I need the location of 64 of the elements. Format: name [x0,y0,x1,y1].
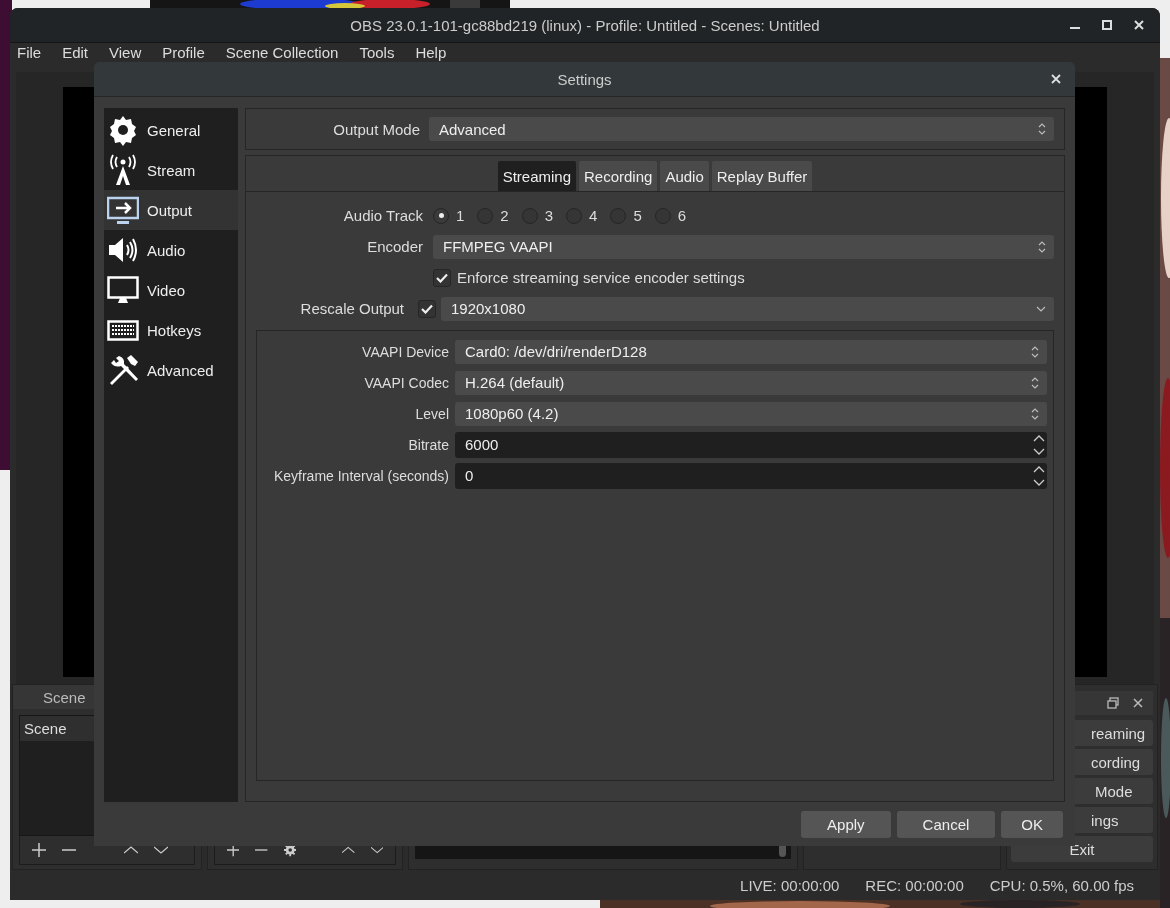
field-label: Level [414,405,450,422]
gear-icon [107,114,139,146]
sidebar-item[interactable]: General [104,110,238,150]
menu-item[interactable]: Edit [62,44,89,68]
field-label: Rescale Output [299,300,405,317]
status-text: REC: 00:00:00 [865,876,964,894]
dock-title: Scene [43,688,86,706]
tab[interactable]: Streaming [497,161,576,191]
updown-icon [1031,345,1039,358]
menu-item[interactable]: File [17,44,42,68]
field-label: VAAPI Device [361,343,450,360]
add-icon[interactable] [32,843,46,857]
sidebar-item[interactable]: Output [104,190,238,230]
dialog-title: Settings [557,70,612,88]
number-field[interactable]: 6000 [455,431,1047,458]
check-icon [436,272,448,283]
caret-icon [1036,305,1046,312]
close-icon[interactable] [1133,698,1143,708]
sidebar-item[interactable]: Hotkeys [104,310,238,350]
resolution-dropdown[interactable]: 1920x1080 [441,296,1054,321]
window-title: OBS 23.0.1-101-gc88bd219 (linux) - Profile: Untitled - Scenes: Untitled [350,16,820,34]
sidebar-item[interactable]: Audio [104,230,238,270]
tab[interactable]: Replay Buffer [711,161,813,191]
field-label: Encoder [366,238,424,255]
tab[interactable]: Audio [660,161,709,191]
sidebar-item[interactable]: Advanced [104,350,238,390]
encoder-dropdown[interactable]: FFMPEG VAAPI [433,234,1054,259]
dialog-button[interactable]: OK [1001,810,1063,838]
field-label: Keyframe Interval (seconds) [272,467,450,484]
field-label: VAAPI Codec [363,374,450,391]
sidebar-item[interactable]: Video [104,270,238,310]
sidebar-item[interactable]: Stream [104,150,238,190]
down-icon[interactable] [370,846,383,854]
field-label: Output Mode [332,120,421,138]
updown-icon [1031,376,1039,389]
maximize-icon[interactable] [1102,20,1112,30]
dialog-button[interactable]: Apply [801,810,891,838]
add-icon[interactable] [227,843,240,857]
monitor-arrow-icon [107,194,139,226]
close-icon[interactable] [1134,20,1144,30]
up-icon[interactable] [124,846,138,854]
status-text: CPU: 0.5%, 60.00 fps [989,876,1134,894]
monitor-icon [107,274,139,306]
dropdown[interactable]: 1080p60 (4.2) [455,401,1047,426]
close-icon[interactable] [1051,74,1061,84]
field-label: Bitrate [407,436,450,453]
number-field[interactable]: 0 [455,462,1047,489]
check-icon [421,303,433,314]
status-text: LIVE: 00:00:00 [740,876,840,894]
tab[interactable]: Recording [579,161,658,191]
dropdown[interactable]: Card0: /dev/dri/renderD128 [455,339,1047,364]
output-mode-dropdown[interactable]: Advanced [429,117,1054,141]
up-icon[interactable] [342,846,355,854]
antenna-icon [107,154,139,186]
updown-icon [1031,407,1039,420]
dropdown[interactable]: H.264 (default) [455,370,1047,395]
checkbox[interactable]: Enforce streaming service encoder settings [433,268,745,287]
dialog-button[interactable]: Cancel [896,810,996,838]
float-icon[interactable] [1107,697,1119,709]
updown-icon [1038,240,1046,253]
checkbox[interactable] [418,299,436,318]
updown-icon [1038,123,1046,135]
field-label: Audio Track [342,207,424,224]
down-icon[interactable] [154,846,168,854]
